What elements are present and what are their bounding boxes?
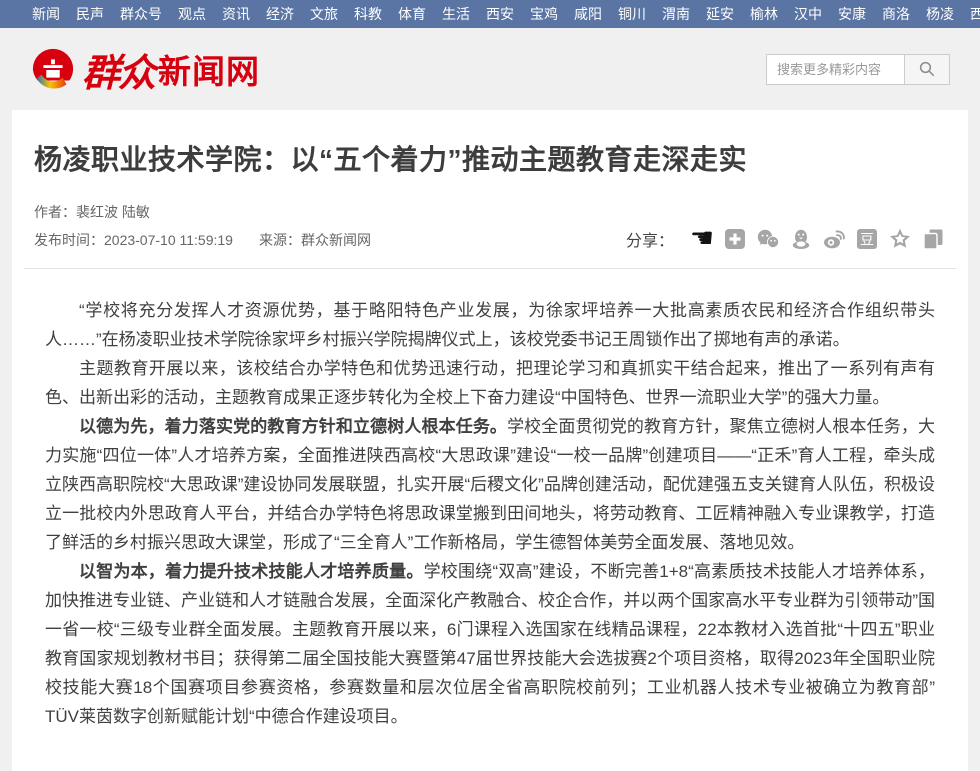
search-button[interactable] <box>904 54 950 85</box>
nav-item[interactable]: 安康 <box>830 0 874 28</box>
nav-item[interactable]: 生活 <box>434 0 478 28</box>
publish-line: 发布时间：2023-07-10 11:59:19 来源：群众新闻网 <box>34 226 371 254</box>
logo-script-text: 群众 <box>82 42 154 97</box>
article-paragraph: 以智为本，着力提升技术技能人才培养质量。学校围绕“双高”建设，不断完善1+8“高… <box>45 557 935 731</box>
nav-item[interactable]: 西安 <box>478 0 522 28</box>
logo-site-name: 新闻网 <box>158 45 260 93</box>
search-box <box>766 54 950 85</box>
source-label: 来源： <box>259 232 301 248</box>
article-meta: 作者：裴红波 陆敏 发布时间：2023-07-10 11:59:19 来源：群众新… <box>34 198 946 254</box>
article-paragraph: “学校将充分发挥人才资源优势，基于略阳特色产业发展，为徐家坪培养一大批高素质农民… <box>45 296 935 354</box>
publish-time: 2023-07-10 11:59:19 <box>104 232 233 248</box>
article-body: “学校将充分发挥人才资源优势，基于略阳特色产业发展，为徐家坪培养一大批高素质农民… <box>24 269 956 731</box>
nav-item[interactable]: 体育 <box>390 0 434 28</box>
douban-icon[interactable]: 豆 <box>854 226 880 252</box>
qq-icon[interactable] <box>788 226 814 252</box>
source-name: 群众新闻网 <box>301 232 371 248</box>
publish-label: 发布时间： <box>34 232 104 248</box>
star-favorite-icon[interactable] <box>887 226 913 252</box>
nav-item[interactable]: 科教 <box>346 0 390 28</box>
article-title: 杨凌职业技术学院：以“五个着力”推动主题教育走深走实 <box>34 138 946 178</box>
author-line: 作者：裴红波 陆敏 <box>34 198 371 226</box>
nav-item[interactable]: 资讯 <box>214 0 258 28</box>
top-nav: 新闻 民声 群众号 观点 资讯 经济 文旅 科教 体育 生活 西安 宝鸡 咸阳 … <box>0 0 980 28</box>
nav-item[interactable]: 咸阳 <box>566 0 610 28</box>
author-names: 裴红波 陆敏 <box>76 204 150 220</box>
hand-click-icon[interactable]: ☚ <box>689 226 715 252</box>
weibo-icon[interactable] <box>821 226 847 252</box>
nav-item[interactable]: 汉中 <box>786 0 830 28</box>
nav-item[interactable]: 文旅 <box>302 0 346 28</box>
article-paragraph: 以德为先，着力落实党的教育方针和立德树人根本任务。学校全面贯彻党的教育方针，聚焦… <box>45 412 935 557</box>
share-bar: 分享： ☚ 豆 <box>626 226 946 252</box>
nav-item[interactable]: 商洛 <box>874 0 918 28</box>
nav-item[interactable]: 经济 <box>258 0 302 28</box>
nav-item[interactable]: 铜川 <box>610 0 654 28</box>
nav-item[interactable]: 杨凌 <box>918 0 962 28</box>
nav-item[interactable]: 榆林 <box>742 0 786 28</box>
nav-item[interactable]: 新闻 <box>24 0 68 28</box>
svg-text:豆: 豆 <box>860 233 874 249</box>
site-logo[interactable]: 群众 新闻网 <box>30 42 260 97</box>
share-more-icon[interactable] <box>722 226 748 252</box>
nav-item[interactable]: 观点 <box>170 0 214 28</box>
wechat-icon[interactable] <box>755 226 781 252</box>
nav-item[interactable]: 宝鸡 <box>522 0 566 28</box>
article-paragraph: 主题教育开展以来，该校结合办学特色和优势迅速行动，把理论学习和真抓实干结合起来，… <box>45 354 935 412</box>
search-input[interactable] <box>766 54 904 85</box>
qunzhong-emblem-icon <box>30 46 76 92</box>
author-label: 作者： <box>34 204 76 220</box>
nav-item[interactable]: 民声 <box>68 0 112 28</box>
nav-item[interactable]: 群众号 <box>112 0 170 28</box>
article-card: 杨凌职业技术学院：以“五个着力”推动主题教育走深走实 作者：裴红波 陆敏 发布时… <box>12 110 968 771</box>
share-label: 分享： <box>626 227 674 251</box>
copy-link-icon[interactable] <box>920 226 946 252</box>
nav-item[interactable]: 延安 <box>698 0 742 28</box>
nav-item[interactable]: 西咸 <box>962 0 980 28</box>
nav-item[interactable]: 渭南 <box>654 0 698 28</box>
site-header: 群众 新闻网 <box>0 28 980 110</box>
search-icon <box>918 60 936 78</box>
